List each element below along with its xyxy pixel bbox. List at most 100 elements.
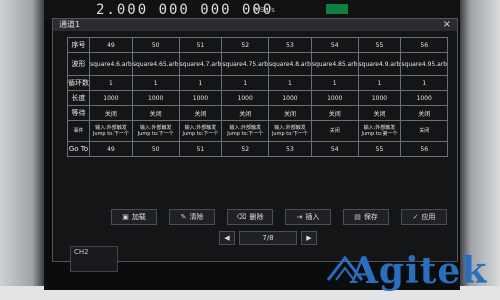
cell-wait[interactable]: 关闭 <box>357 105 402 121</box>
cell-wait[interactable]: 关闭 <box>400 105 449 121</box>
cell-length[interactable]: 1000 <box>131 90 180 106</box>
next-page-button[interactable]: ▶ <box>301 231 317 245</box>
cell-goto[interactable]: 49 <box>89 141 133 157</box>
cell-goto[interactable]: 56 <box>400 141 449 157</box>
row-length: 长度 1000 1000 1000 1000 1000 1000 1000 10… <box>67 90 449 106</box>
cell-event[interactable]: 输入:外部触发 Jump to:下一个 <box>268 120 312 142</box>
cell-waveform[interactable]: square4.7.arb <box>178 52 223 76</box>
cell-goto[interactable]: 51 <box>178 141 223 157</box>
cell-length[interactable]: 1000 <box>178 90 223 106</box>
close-icon[interactable]: × <box>443 19 451 31</box>
save-icon: ▤ <box>354 213 361 221</box>
row-waveform: 波形 square4.6.arb square4.65.arb square4.… <box>67 52 449 76</box>
row-index: 序号 49 50 51 52 53 54 55 56 <box>67 37 449 53</box>
cell-waveform[interactable]: square4.8.arb <box>268 52 312 76</box>
cell-wait[interactable]: 关闭 <box>310 105 359 121</box>
save-button[interactable]: ▤ 保存 <box>343 209 389 225</box>
sample-rate-readout[interactable]: 2.000 000 000 000 <box>96 2 273 18</box>
cell-waveform[interactable]: square4.75.arb <box>221 52 270 76</box>
cell-loops[interactable]: 1 <box>131 75 180 91</box>
insert-icon: ⇥ <box>296 213 303 221</box>
cell-wait[interactable]: 关闭 <box>178 105 223 121</box>
cell-index[interactable]: 54 <box>310 37 359 53</box>
prev-page-button[interactable]: ◀ <box>219 231 235 245</box>
cell-wait[interactable]: 关闭 <box>89 105 133 121</box>
mode-tab[interactable] <box>326 4 348 14</box>
cell-waveform[interactable]: square4.6.arb <box>89 52 133 76</box>
cell-event[interactable]: 输入:外部触发 Jump to:下一个 <box>89 120 133 142</box>
clear-label: 清除 <box>189 213 204 221</box>
cell-goto[interactable]: 53 <box>268 141 312 157</box>
row-header-wait: 等待 <box>67 105 90 121</box>
cell-length[interactable]: 1000 <box>89 90 133 106</box>
instrument-screen: 2.000 000 000 000 MSa/s 通道1 × 序号 49 50 5… <box>44 0 460 290</box>
cell-event[interactable]: 输入:外部触发 Jump to:下一个 <box>221 120 270 142</box>
cell-goto[interactable]: 55 <box>357 141 402 157</box>
row-header-waveform: 波形 <box>67 52 90 76</box>
row-wait: 等待 关闭 关闭 关闭 关闭 关闭 关闭 关闭 关闭 <box>67 105 449 121</box>
cell-event[interactable]: 输入:外部触发 Jump to:下一个 <box>178 120 223 142</box>
clear-button[interactable]: ✎ 清除 <box>169 209 215 225</box>
sample-rate-unit: MSa/s <box>254 6 275 14</box>
cell-loops[interactable]: 1 <box>268 75 312 91</box>
cell-length[interactable]: 1000 <box>268 90 312 106</box>
action-button-row: ▣ 加载 ✎ 清除 ⌫ 删除 ⇥ 插入 ▤ 保存 ✓ 应用 <box>111 209 451 227</box>
save-label: 保存 <box>363 213 378 221</box>
cell-loops[interactable]: 1 <box>221 75 270 91</box>
row-header-event: 事件 <box>67 120 90 142</box>
page-indicator: 7/8 <box>239 231 297 245</box>
insert-label: 插入 <box>305 213 320 221</box>
cell-waveform[interactable]: square4.85.arb <box>310 52 359 76</box>
cell-goto[interactable]: 54 <box>310 141 359 157</box>
cell-index[interactable]: 50 <box>131 37 180 53</box>
load-button[interactable]: ▣ 加载 <box>111 209 157 225</box>
cell-event[interactable]: 输入:外部触发 Jump to:第一个 <box>357 120 402 142</box>
cell-loops[interactable]: 1 <box>178 75 223 91</box>
status-bar: 2.000 000 000 000 MSa/s <box>44 0 460 20</box>
load-icon: ▣ <box>122 213 129 221</box>
cell-length[interactable]: 1000 <box>357 90 402 106</box>
cell-event[interactable]: 关闭 <box>400 120 449 142</box>
cell-waveform[interactable]: square4.95.arb <box>400 52 449 76</box>
cell-loops[interactable]: 1 <box>400 75 449 91</box>
apply-button[interactable]: ✓ 应用 <box>401 209 447 225</box>
cell-loops[interactable]: 1 <box>357 75 402 91</box>
pagination: ◀ 7/8 ▶ <box>213 231 323 245</box>
channel2-label: CH2 <box>74 248 89 256</box>
cell-index[interactable]: 52 <box>221 37 270 53</box>
load-label: 加载 <box>131 213 146 221</box>
cell-length[interactable]: 1000 <box>400 90 449 106</box>
cell-waveform[interactable]: square4.65.arb <box>131 52 180 76</box>
cell-index[interactable]: 55 <box>357 37 402 53</box>
row-header-goto: Go To <box>67 141 90 157</box>
delete-button[interactable]: ⌫ 删除 <box>227 209 273 225</box>
dialog-title: 通道1 <box>59 20 81 29</box>
row-header-length: 长度 <box>67 90 90 106</box>
cell-wait[interactable]: 关闭 <box>131 105 180 121</box>
delete-label: 删除 <box>249 213 264 221</box>
cell-length[interactable]: 1000 <box>310 90 359 106</box>
row-loops: 循环数 1 1 1 1 1 1 1 1 <box>67 75 449 91</box>
cell-length[interactable]: 1000 <box>221 90 270 106</box>
cell-event[interactable]: 输入:外部触发 Jump to:下一个 <box>131 120 180 142</box>
row-goto: Go To 49 50 51 52 53 54 55 56 <box>67 141 449 157</box>
cell-waveform[interactable]: square4.9.arb <box>357 52 402 76</box>
row-header-index: 序号 <box>67 37 90 53</box>
cell-index[interactable]: 56 <box>400 37 449 53</box>
cell-index[interactable]: 53 <box>268 37 312 53</box>
cell-index[interactable]: 49 <box>89 37 133 53</box>
cell-wait[interactable]: 关闭 <box>221 105 270 121</box>
cell-loops[interactable]: 1 <box>89 75 133 91</box>
cell-loops[interactable]: 1 <box>310 75 359 91</box>
row-event: 事件 输入:外部触发 Jump to:下一个 输入:外部触发 Jump to:下… <box>67 120 449 142</box>
cell-goto[interactable]: 50 <box>131 141 180 157</box>
insert-button[interactable]: ⇥ 插入 <box>285 209 331 225</box>
cell-index[interactable]: 51 <box>178 37 223 53</box>
apply-label: 应用 <box>421 213 436 221</box>
clear-icon: ✎ <box>180 213 187 221</box>
cell-event[interactable]: 关闭 <box>310 120 359 142</box>
cell-wait[interactable]: 关闭 <box>268 105 312 121</box>
watermark-text: Agitek <box>350 250 488 292</box>
delete-icon: ⌫ <box>236 213 247 221</box>
cell-goto[interactable]: 52 <box>221 141 270 157</box>
